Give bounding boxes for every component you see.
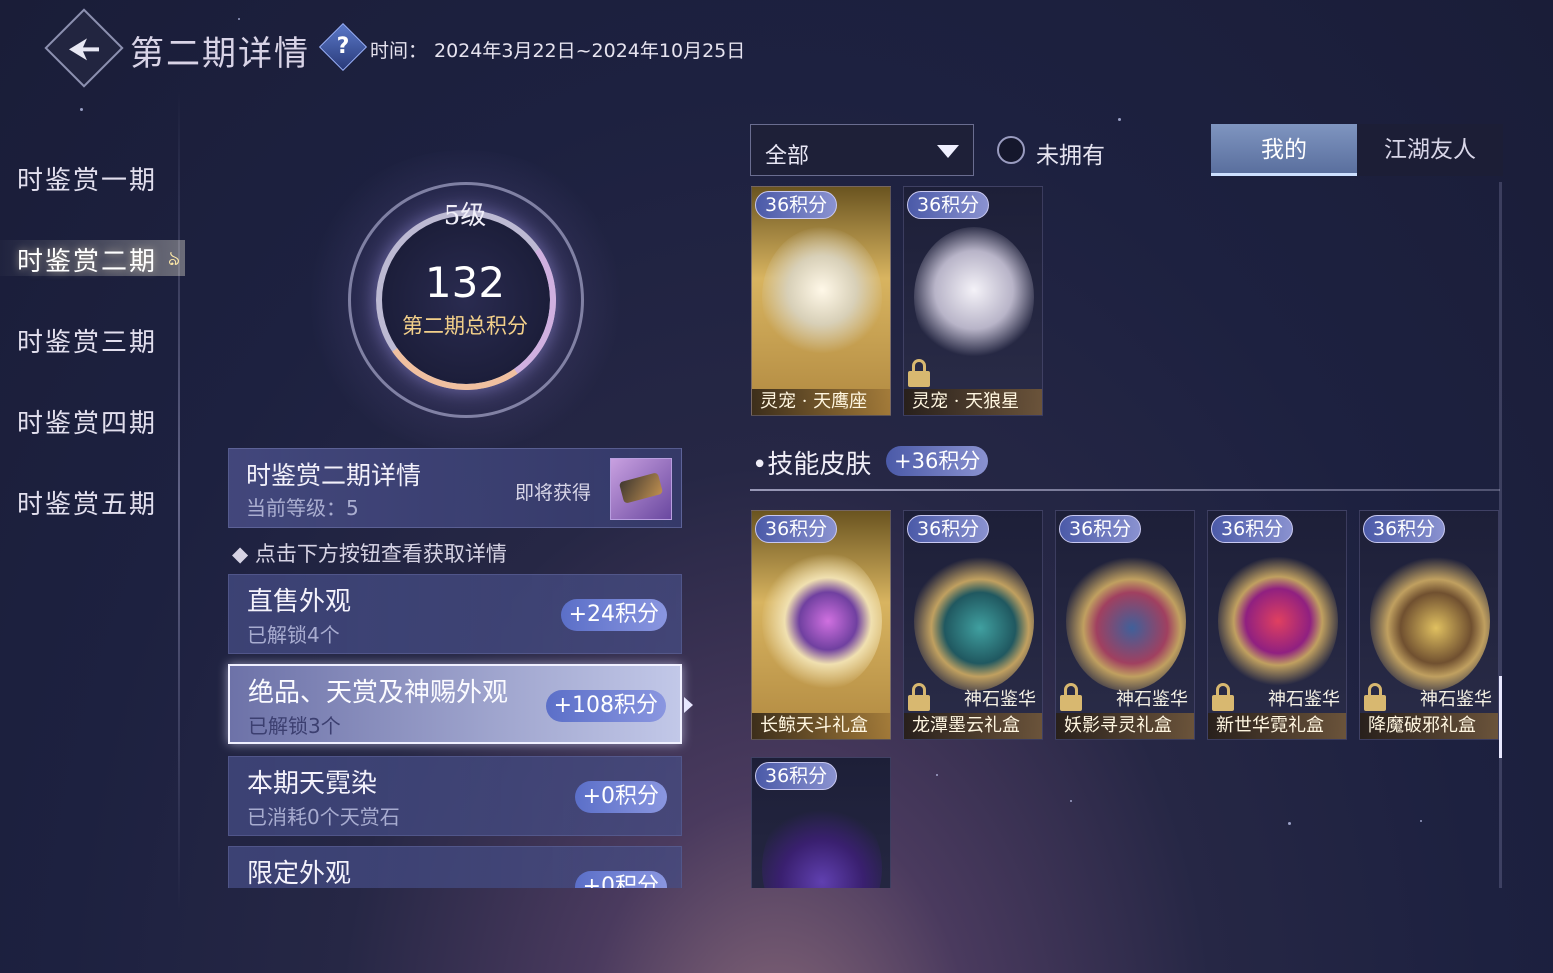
- time-value: 2024年3月22日~2024年10月25日: [434, 40, 746, 62]
- item-points-badge: 36积分: [1059, 515, 1142, 543]
- item-card[interactable]: 36积分 神石鉴华 龙潭墨云礼盒: [903, 510, 1043, 740]
- hint-text: ◆ 点击下方按钮查看获取详情: [232, 542, 507, 566]
- item-points-badge: 36积分: [755, 762, 838, 790]
- selected-category-arrow-icon: [684, 697, 693, 713]
- item-name: 妖影寻灵礼盒: [1056, 713, 1194, 739]
- item-card[interactable]: 36积分 灵宠 · 天鹰座: [751, 186, 891, 416]
- section-title-text: 技能皮肤: [767, 450, 872, 480]
- item-points-badge: 36积分: [907, 191, 990, 219]
- category-title: 绝品、天赏及神赐外观: [248, 678, 509, 708]
- page-title: 第二期详情: [130, 34, 310, 74]
- item-card[interactable]: 36积分 长鲸天斗礼盒: [751, 510, 891, 740]
- back-button[interactable]: [44, 8, 124, 88]
- chevron-down-icon: [937, 145, 959, 158]
- pet-eagle-image: [762, 227, 882, 367]
- item-name: 灵宠 · 天鹰座: [752, 389, 890, 415]
- nav-item-period-2[interactable]: 时鉴赏二期: [17, 241, 157, 278]
- category-dye[interactable]: 本期天霓染 已消耗0个天赏石 +0积分: [228, 756, 682, 836]
- level-label: 5级: [443, 201, 487, 231]
- category-clip: 限定外观 +0积分: [228, 846, 682, 888]
- tab-friends[interactable]: 江湖友人: [1357, 124, 1503, 176]
- item-list-scrollbar[interactable]: [1499, 182, 1502, 888]
- total-score-label: 第二期总积分: [402, 314, 528, 338]
- nav-item-period-5[interactable]: 时鉴赏五期: [17, 484, 157, 521]
- not-owned-radio[interactable]: [997, 136, 1025, 164]
- category-points-badge: +24积分: [560, 599, 667, 631]
- item-clip: 36积分: [751, 757, 892, 888]
- category-subtitle: 已消耗0个天赏石: [247, 805, 400, 829]
- category-points-badge: +108积分: [545, 690, 666, 722]
- scrollbar-thumb[interactable]: [1499, 676, 1502, 758]
- item-name: 降魔破邪礼盒: [1360, 713, 1498, 739]
- item-name: 长鲸天斗礼盒: [752, 713, 890, 739]
- back-arrow-icon: [69, 38, 99, 61]
- total-score: 132: [424, 258, 506, 307]
- not-owned-label[interactable]: 未拥有: [1036, 136, 1105, 170]
- lock-icon: [908, 683, 930, 711]
- category-premium-appearances[interactable]: 绝品、天赏及神赐外观 已解锁3个 +108积分: [228, 664, 682, 744]
- pet-wolf-image: [914, 227, 1034, 367]
- category-title: 限定外观: [247, 859, 352, 888]
- item-card[interactable]: 36积分 灵宠 · 天狼星: [903, 186, 1043, 416]
- item-card[interactable]: 36积分 神石鉴华 降魔破邪礼盒: [1359, 510, 1499, 740]
- skin-fox-image: [1066, 551, 1186, 691]
- item-points-badge: 36积分: [1211, 515, 1294, 543]
- category-subtitle: 已解锁4个: [247, 623, 340, 647]
- item-card[interactable]: 36积分 神石鉴华 新世华霓礼盒: [1207, 510, 1347, 740]
- current-level-text: 当前等级：5: [246, 496, 359, 520]
- upcoming-reward-label: 即将获得: [515, 482, 592, 504]
- skin-cat-image: [1218, 551, 1338, 691]
- item-points-badge: 36积分: [907, 515, 990, 543]
- category-limited[interactable]: 限定外观 +0积分: [228, 846, 682, 888]
- nav-item-period-1[interactable]: 时鉴赏一期: [17, 160, 157, 197]
- item-name: 龙潭墨云礼盒: [904, 713, 1042, 739]
- skin-sword-image: [1370, 551, 1490, 691]
- category-title: 直售外观: [247, 587, 352, 617]
- section-points-badge: +36积分: [886, 446, 989, 476]
- item-source-tag: 神石鉴华: [1116, 689, 1188, 710]
- category-points-badge: +0积分: [574, 871, 667, 888]
- upcoming-reward-thumbnail[interactable]: [610, 458, 672, 520]
- nav-divider: [178, 90, 180, 910]
- category-subtitle: 已解锁3个: [248, 714, 341, 738]
- skin-whale-image: [762, 551, 882, 691]
- item-source-tag: 神石鉴华: [964, 689, 1036, 710]
- item-points-badge: 36积分: [755, 515, 838, 543]
- item-points-badge: 36积分: [755, 191, 838, 219]
- skin-purple-image: [762, 798, 882, 888]
- nav-active-icon: ঌ: [168, 246, 181, 270]
- filter-dropdown-value: 全部: [765, 144, 810, 169]
- item-name: 新世华霓礼盒: [1208, 713, 1346, 739]
- nav-item-period-3[interactable]: 时鉴赏三期: [17, 322, 157, 359]
- category-direct-sale[interactable]: 直售外观 已解锁4个 +24积分: [228, 574, 682, 654]
- section-title: •技能皮肤: [752, 450, 872, 480]
- tab-mine[interactable]: 我的: [1211, 124, 1357, 176]
- item-card[interactable]: 36积分: [751, 757, 891, 888]
- category-points-badge: +0积分: [574, 781, 667, 813]
- help-icon[interactable]: ?: [318, 22, 368, 72]
- nav-item-period-4[interactable]: 时鉴赏四期: [17, 403, 157, 440]
- item-points-badge: 36积分: [1363, 515, 1446, 543]
- lock-icon: [1212, 683, 1234, 711]
- skin-dragon-image: [914, 551, 1034, 691]
- help-glyph: ?: [336, 34, 350, 59]
- filter-dropdown[interactable]: 全部: [750, 124, 974, 176]
- lock-icon: [908, 359, 930, 387]
- lock-icon: [1060, 683, 1082, 711]
- hint-label: 点击下方按钮查看获取详情: [254, 542, 507, 566]
- item-name: 灵宠 · 天狼星: [904, 389, 1042, 415]
- time-label: 时间：: [370, 40, 428, 62]
- lock-icon: [1364, 683, 1386, 711]
- period-detail-title: 时鉴赏二期详情: [246, 461, 422, 490]
- item-card[interactable]: 36积分 神石鉴华 妖影寻灵礼盒: [1055, 510, 1195, 740]
- item-source-tag: 神石鉴华: [1420, 689, 1492, 710]
- category-title: 本期天霓染: [247, 769, 378, 799]
- section-divider: [750, 489, 1500, 491]
- item-source-tag: 神石鉴华: [1268, 689, 1340, 710]
